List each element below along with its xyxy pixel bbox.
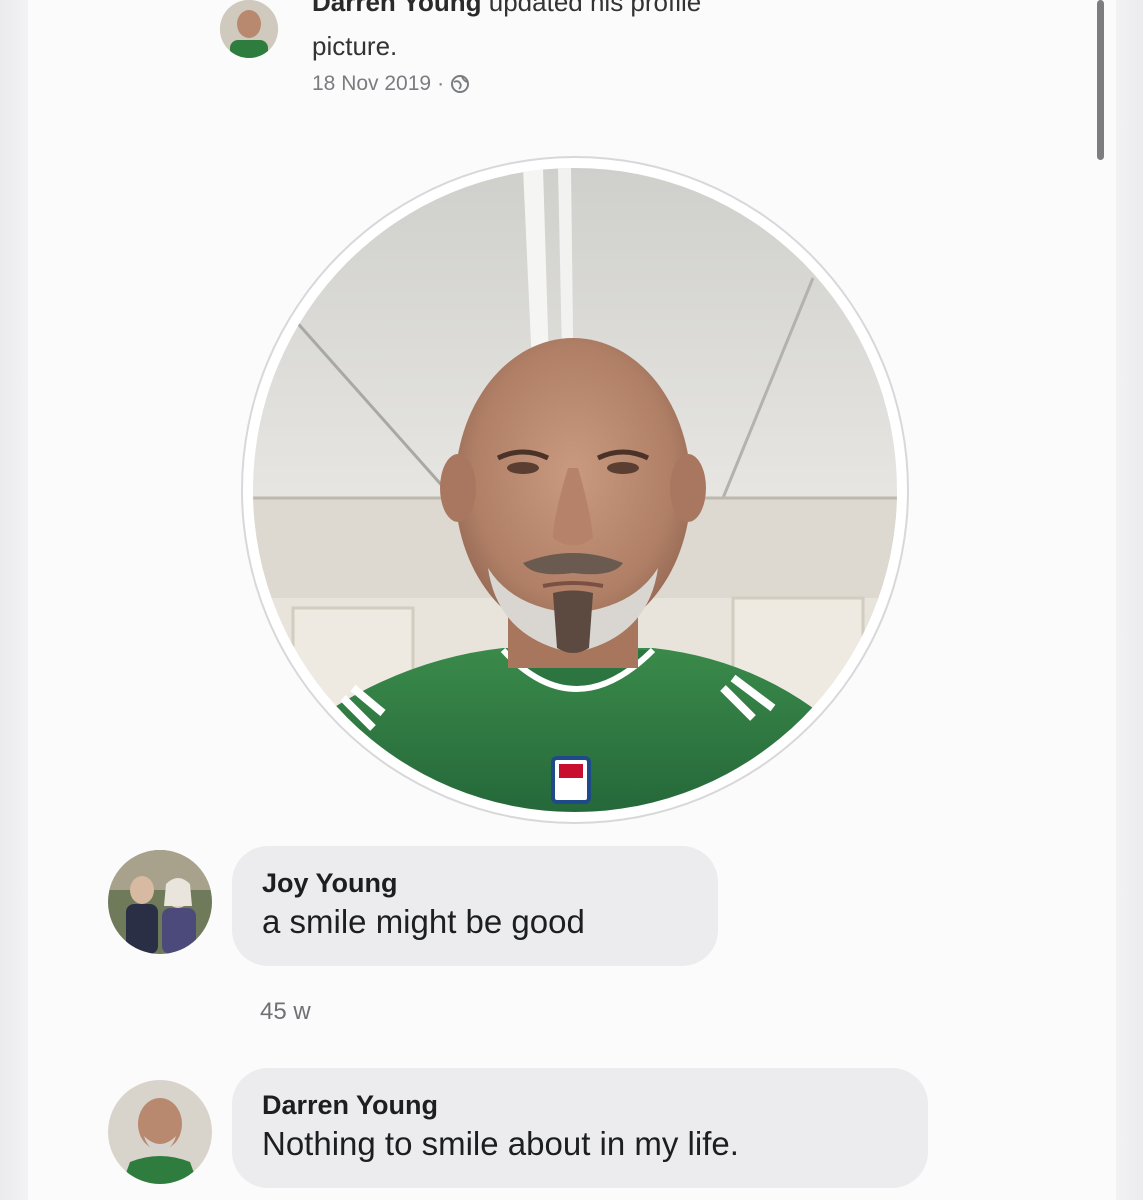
commenter-avatar[interactable] [108, 850, 212, 954]
post-meta: 18 Nov 2019 · [312, 72, 470, 96]
profile-picture-frame[interactable] [243, 158, 907, 822]
globe-icon[interactable] [450, 74, 470, 94]
profile-picture[interactable] [253, 168, 897, 812]
comment-author[interactable]: Darren Young [262, 1088, 892, 1122]
comment-bubble: Joy Young a smile might be good [232, 846, 718, 966]
post-headline: Darren Young updated his profile [312, 0, 701, 18]
post-author-name[interactable]: Darren Young [312, 0, 482, 17]
post-date[interactable]: 18 Nov 2019 [312, 72, 431, 96]
comment-bubble: Darren Young Nothing to smile about in m… [232, 1068, 928, 1188]
commenter-avatar[interactable] [108, 1080, 212, 1184]
comment-text: a smile might be good [262, 903, 585, 940]
scrollbar[interactable] [1097, 0, 1104, 160]
post-header: Darren Young updated his profile picture… [220, 0, 920, 110]
comment-author[interactable]: Joy Young [262, 866, 682, 900]
author-avatar[interactable] [220, 0, 278, 58]
comment-timestamp[interactable]: 45 w [260, 998, 311, 1026]
comment-text: Nothing to smile about in my life. [262, 1125, 739, 1162]
post-action-text-continued: picture. [312, 31, 398, 61]
meta-separator: · [437, 72, 445, 95]
post-action-text: updated his profile [488, 0, 702, 17]
